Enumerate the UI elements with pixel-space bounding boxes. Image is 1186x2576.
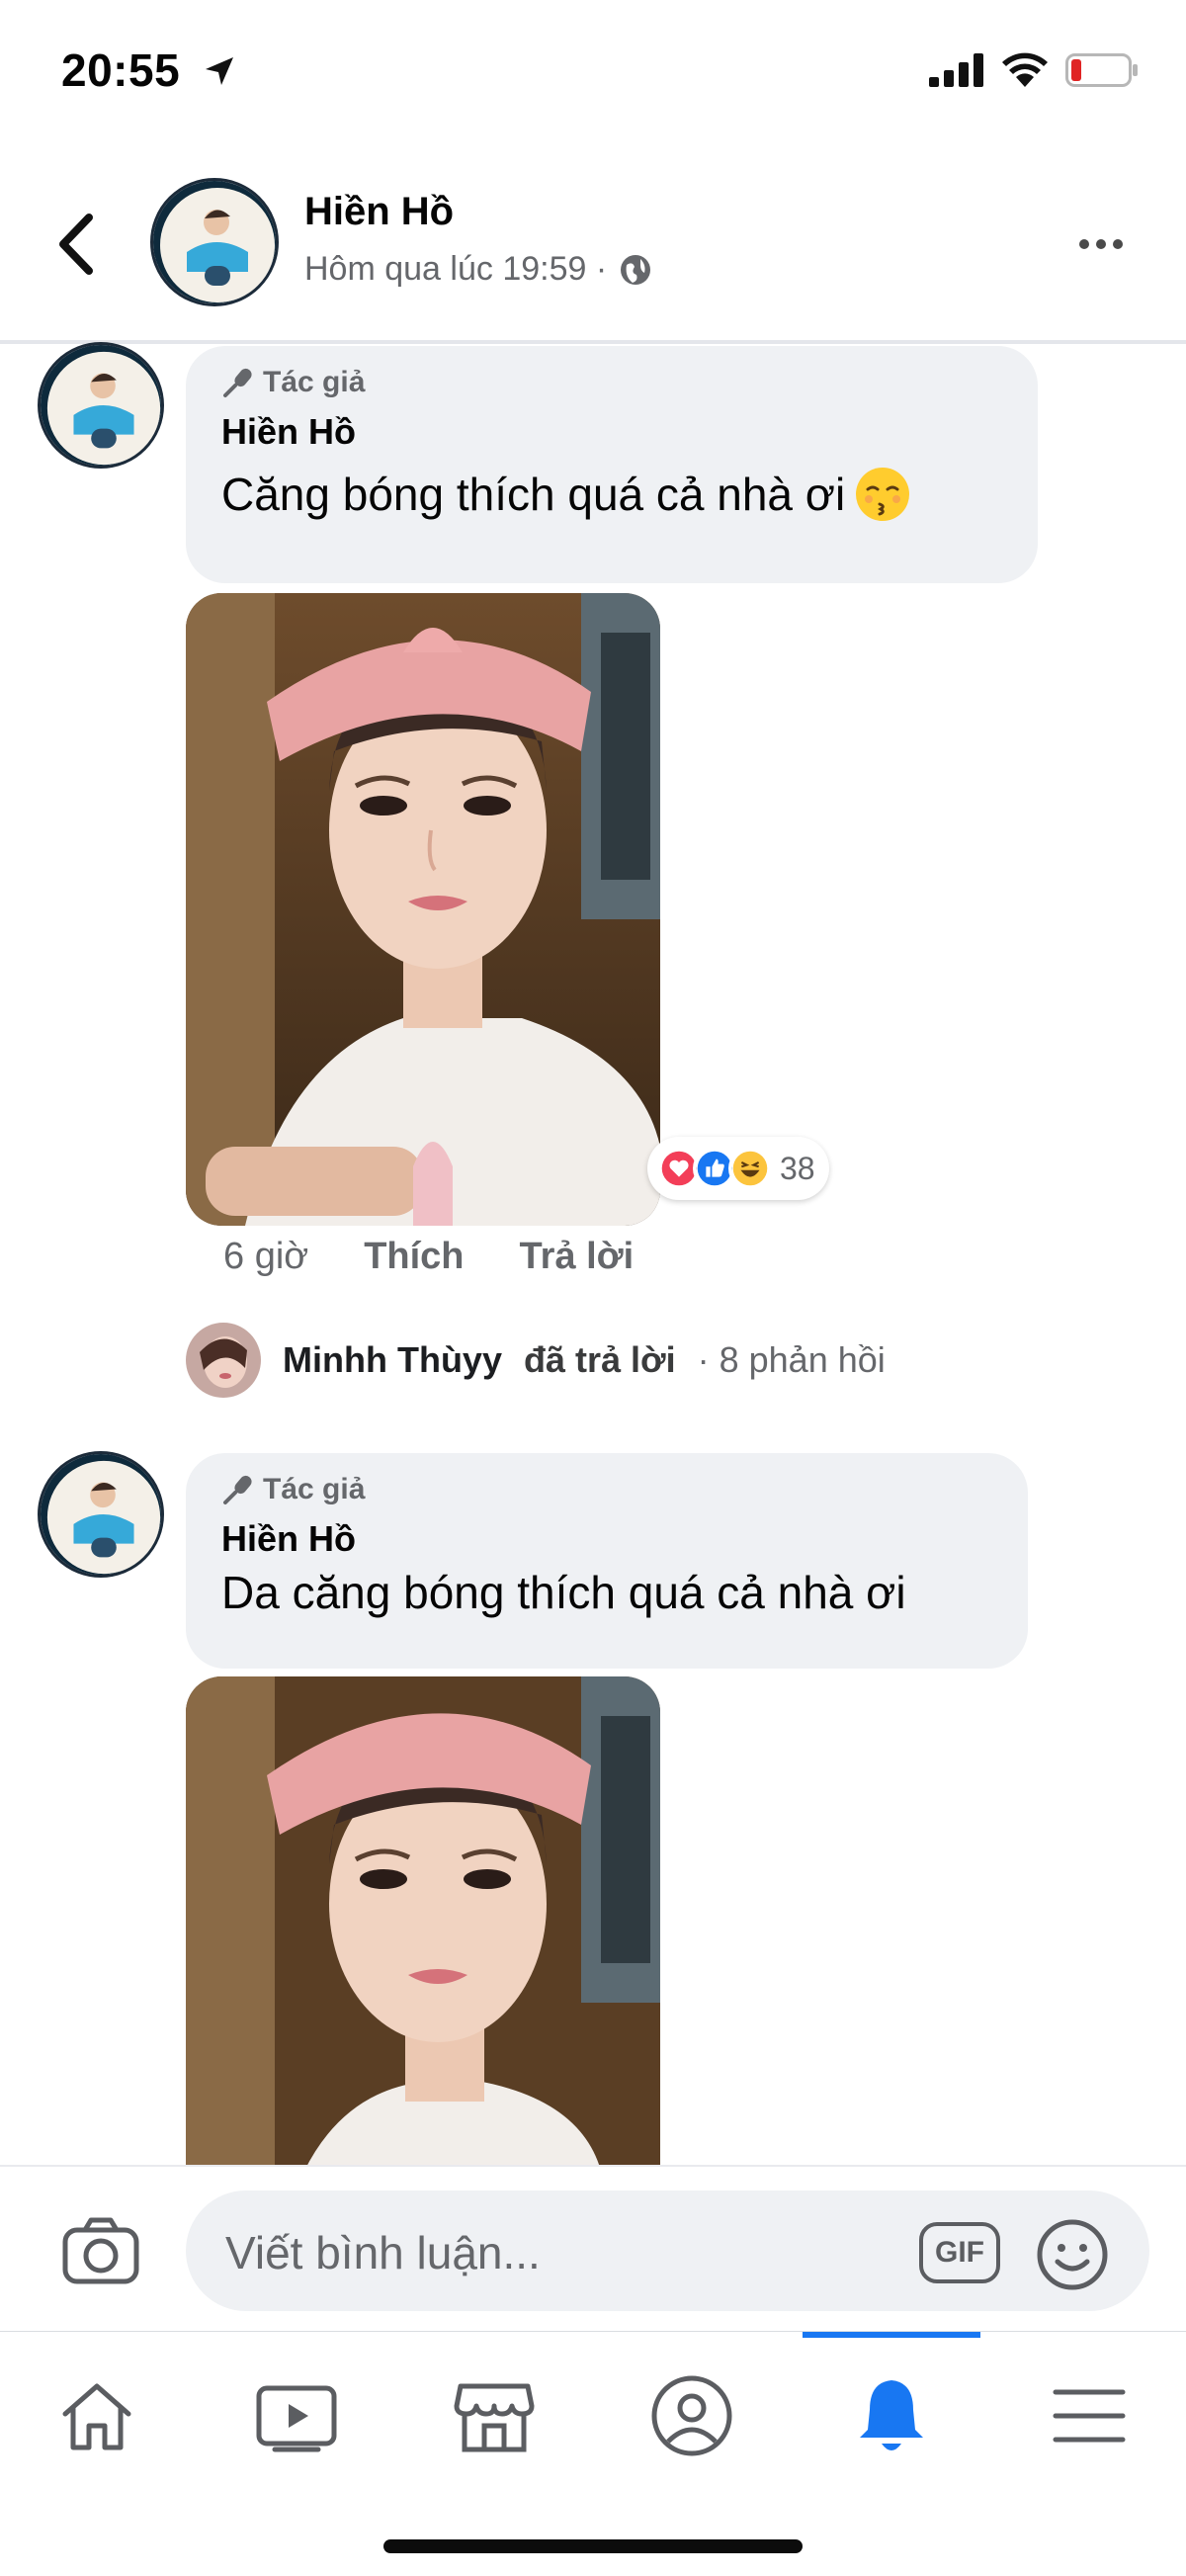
header-divider bbox=[0, 340, 1186, 344]
author-avatar[interactable] bbox=[150, 178, 279, 306]
home-icon bbox=[62, 2383, 131, 2450]
tab-profile[interactable] bbox=[633, 2361, 751, 2470]
tab-watch[interactable] bbox=[237, 2361, 356, 2470]
tab-menu[interactable] bbox=[1030, 2361, 1148, 2470]
comment-input-placeholder: Viết bình luận... bbox=[225, 2227, 541, 2278]
view-replies-link[interactable]: Minhh Thùyy đã trả lời · 8 phản hồi bbox=[186, 1323, 886, 1398]
comment-author-avatar[interactable] bbox=[38, 1451, 164, 1578]
post-timestamp: Hôm qua lúc 19:59 · bbox=[304, 250, 608, 288]
comment-text: Căng bóng thích quá cả nhà ơi bbox=[221, 467, 1002, 522]
post-header: Hiền Hồ Hôm qua lúc 19:59 · bbox=[0, 148, 1186, 341]
status-time: 20:55 bbox=[61, 44, 181, 96]
reply-action-text: đã trả lời bbox=[523, 1339, 676, 1380]
comment-text-content: Căng bóng thích quá cả nhà ơi bbox=[221, 469, 846, 520]
microphone-icon bbox=[223, 368, 252, 397]
microphone-icon bbox=[223, 1475, 252, 1504]
reply-author-avatar bbox=[186, 1323, 261, 1398]
globe-icon bbox=[621, 254, 651, 285]
reaction-count: 38 bbox=[780, 1150, 815, 1186]
dot-icon bbox=[1096, 239, 1106, 249]
tab-home[interactable] bbox=[38, 2361, 156, 2470]
tab-notifications[interactable] bbox=[832, 2361, 951, 2470]
active-tab-indicator bbox=[803, 2332, 980, 2338]
status-bar: 20:55 bbox=[0, 0, 1186, 148]
comment-input[interactable]: Viết bình luận... GIF bbox=[186, 2190, 1149, 2311]
home-indicator bbox=[383, 2539, 803, 2553]
reply-button[interactable]: Trả lời bbox=[520, 1236, 635, 1278]
profile-icon bbox=[651, 2375, 732, 2456]
comment-bubble[interactable]: Tác giả Hiền Hồ Căng bóng thích quá cả n… bbox=[186, 346, 1038, 583]
haha-reaction-icon bbox=[728, 1147, 772, 1190]
back-arrow-icon[interactable] bbox=[51, 210, 101, 279]
more-options-button[interactable] bbox=[1079, 229, 1139, 259]
kissing-face-emoji-icon bbox=[856, 468, 910, 521]
reply-author-name: Minhh Thùyy bbox=[283, 1339, 502, 1380]
comment-composer: Viết bình luận... GIF bbox=[0, 2165, 1186, 2331]
commenter-name[interactable]: Hiền Hồ bbox=[221, 1518, 992, 1560]
marketplace-store-icon bbox=[454, 2383, 535, 2452]
selfie-photo-image bbox=[186, 1676, 660, 2171]
video-play-icon bbox=[256, 2385, 337, 2452]
comment-actions: 6 giờ Thích Trả lời bbox=[223, 1236, 634, 1278]
author-badge: Tác giả bbox=[221, 366, 1002, 399]
dot-icon bbox=[1079, 239, 1089, 249]
tab-marketplace[interactable] bbox=[435, 2361, 553, 2470]
reaction-summary[interactable]: 38 bbox=[647, 1137, 829, 1200]
author-badge-label: Tác giả bbox=[263, 1473, 366, 1505]
reply-count: · 8 phản hồi bbox=[697, 1339, 886, 1380]
avatar-image bbox=[153, 181, 276, 303]
emoji-smile-icon[interactable] bbox=[1036, 2218, 1109, 2291]
post-meta: Hôm qua lúc 19:59 · bbox=[304, 250, 652, 289]
hamburger-menu-icon bbox=[1053, 2389, 1126, 2443]
dot-icon bbox=[1113, 239, 1123, 249]
avatar-image bbox=[186, 1323, 261, 1398]
cellular-signal-icon bbox=[929, 53, 983, 87]
battery-low-icon bbox=[1065, 53, 1138, 87]
avatar-image bbox=[41, 1454, 161, 1575]
comment-time: 6 giờ bbox=[223, 1236, 309, 1277]
comment-author-avatar[interactable] bbox=[38, 342, 164, 469]
camera-icon[interactable] bbox=[61, 2216, 140, 2285]
like-button[interactable]: Thích bbox=[364, 1236, 464, 1278]
author-badge-label: Tác giả bbox=[263, 366, 366, 398]
bottom-tab-bar bbox=[0, 2331, 1186, 2576]
author-badge: Tác giả bbox=[221, 1473, 992, 1506]
wifi-icon bbox=[1002, 52, 1048, 87]
comment-text: Da căng bóng thích quá cả nhà ơi bbox=[221, 1567, 906, 1618]
avatar-image bbox=[41, 345, 161, 466]
comment-photo[interactable] bbox=[186, 593, 660, 1226]
location-arrow-icon bbox=[206, 57, 233, 85]
author-name[interactable]: Hiền Hồ bbox=[304, 190, 454, 234]
comment-bubble[interactable]: Tác giả Hiền Hồ Da căng bóng thích quá c… bbox=[186, 1453, 1028, 1669]
gif-button[interactable]: GIF bbox=[919, 2222, 1000, 2283]
comment-photo[interactable] bbox=[186, 1676, 660, 2171]
commenter-name[interactable]: Hiền Hồ bbox=[221, 411, 1002, 453]
selfie-photo-image bbox=[186, 593, 660, 1226]
bell-icon bbox=[860, 2380, 923, 2450]
